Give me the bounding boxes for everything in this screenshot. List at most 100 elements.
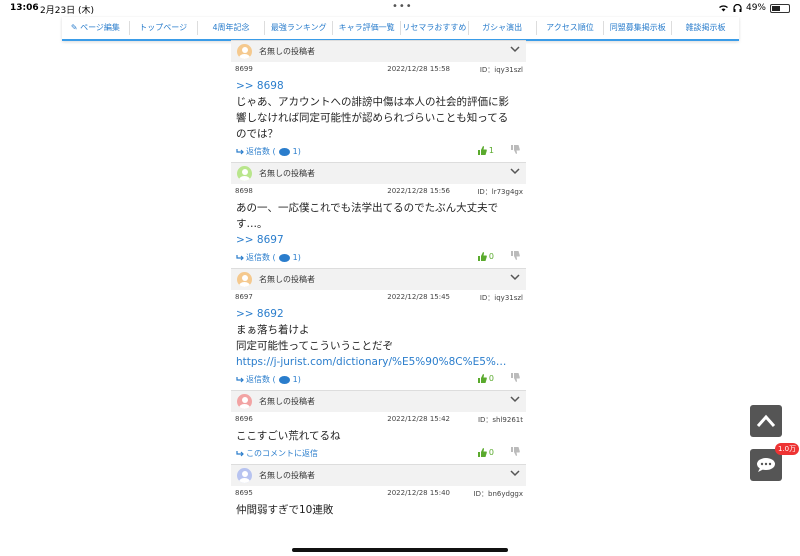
- author-name: 名無しの投稿者: [259, 169, 315, 178]
- nav-item-2[interactable]: 4周年記念: [198, 21, 266, 35]
- battery-icon: [770, 3, 790, 13]
- like-button[interactable]: 0: [477, 448, 494, 457]
- reply-button[interactable]: 返信数 ( 1): [236, 146, 301, 157]
- avatar: [237, 272, 252, 287]
- status-right: 49%: [718, 3, 790, 13]
- comment-body: あの一、一応僕これでも法学出てるのでたぶん大丈夫で す…。 >> 8697: [231, 198, 526, 248]
- external-link[interactable]: https://j-jurist.com/dictionary/%E5%90%8…: [236, 354, 521, 370]
- nav-item-8[interactable]: 同盟募集掲示板: [604, 21, 673, 35]
- reply-label: 返信数 (: [246, 147, 276, 156]
- comment-text-line: じゃあ、アカウントへの誹謗中傷は本人の社会的評価に影: [236, 96, 509, 108]
- comment-footer: 返信数 ( 1) 0: [231, 370, 526, 390]
- comment-datetime: 2022/12/28 15:42: [387, 415, 450, 423]
- battery-percent: 49%: [745, 3, 766, 13]
- comment-header: 名無しの投稿者: [231, 163, 526, 184]
- nav-item-9[interactable]: 雑談掲示板: [672, 21, 739, 35]
- comment-user-id: ID：bn6ydggx: [473, 490, 523, 498]
- comment-text-line: のでは？: [236, 128, 278, 140]
- chevron-down-icon[interactable]: [510, 273, 520, 284]
- reply-label: 返信数 (: [246, 375, 276, 384]
- comment-bubble-icon: [278, 253, 290, 262]
- thumbs-down-icon[interactable]: [511, 251, 520, 263]
- comment-meta: 8697 2022/12/28 15:45 ID：iqy31szl: [231, 290, 526, 304]
- home-indicator[interactable]: [292, 548, 508, 552]
- thumbs-up-icon: [477, 448, 487, 457]
- comment-meta: 8695 2022/12/28 15:40 ID：bn6ydggx: [231, 486, 526, 500]
- comment-text-line: す…。: [236, 218, 268, 230]
- comment-datetime: 2022/12/28 15:45: [387, 293, 450, 301]
- comment-text-line: ここすごい荒れてるね: [236, 430, 341, 442]
- comment-text-line: 仲間弱すぎで10連敗: [236, 504, 334, 516]
- thumbs-down-icon[interactable]: [511, 145, 520, 157]
- comment-datetime: 2022/12/28 15:56: [387, 187, 450, 195]
- comment-user-id: ID：iqy31szl: [479, 294, 523, 302]
- nav-item-0[interactable]: ✎ ページ編集: [62, 21, 130, 35]
- nav-item-3[interactable]: 最強ランキング: [265, 21, 334, 35]
- comment-meta: 8698 2022/12/28 15:56 ID：lr73g4gx: [231, 184, 526, 198]
- avatar: [237, 166, 252, 181]
- scroll-top-button[interactable]: [750, 405, 782, 437]
- comment-header: 名無しの投稿者: [231, 465, 526, 486]
- author-name: 名無しの投稿者: [259, 397, 315, 406]
- nav-item-1[interactable]: トップページ: [130, 21, 198, 35]
- status-date: 2月23日 (木): [40, 6, 95, 16]
- comment-text-line: あの一、一応僕これでも法学出てるのでたぶん大丈夫で: [236, 202, 499, 214]
- reply-button[interactable]: このコメントに返信: [236, 448, 318, 459]
- comment-number: 8696: [235, 415, 253, 423]
- avatar: [237, 394, 252, 409]
- multitask-dots-icon[interactable]: •••: [392, 1, 413, 12]
- thumbs-up-icon: [477, 146, 487, 155]
- comment-text-line: 同定可能性ってこういうことだぞ: [236, 340, 393, 352]
- reply-arrow-icon: [236, 377, 244, 383]
- reply-anchor-link[interactable]: >> 8697: [236, 232, 521, 248]
- comment-number: 8699: [235, 65, 253, 73]
- like-button[interactable]: 0: [477, 374, 494, 383]
- comment-body: ここすごい荒れてるね: [231, 426, 526, 444]
- reply-button[interactable]: 返信数 ( 1): [236, 374, 301, 385]
- chevron-down-icon[interactable]: [510, 395, 520, 406]
- like-count: 1: [488, 146, 494, 155]
- thumbs-up-icon: [477, 374, 487, 383]
- thumbs-down-icon[interactable]: [511, 373, 520, 385]
- like-button[interactable]: 1: [477, 146, 494, 155]
- comment-number: 8697: [235, 293, 253, 301]
- chevron-down-icon[interactable]: [510, 469, 520, 480]
- comment-body: >> 8692 まぁ落ち着けよ同定可能性ってこういうことだぞ https://j-j…: [231, 304, 526, 370]
- nav-item-4[interactable]: キャラ評価一覧: [333, 21, 401, 35]
- like-count: 0: [488, 448, 494, 457]
- reply-button[interactable]: 返信数 (1): [236, 252, 301, 263]
- comment-body: >> 8698 じゃあ、アカウントへの誹謗中傷は本人の社会的評価に影 響しなければ同…: [231, 76, 526, 142]
- chevron-up-icon: [756, 414, 776, 427]
- thumbs-up-icon: [477, 252, 487, 261]
- comment-meta: 8696 2022/12/28 15:42 ID：shl9261t: [231, 412, 526, 426]
- like-button[interactable]: 0: [477, 252, 494, 261]
- nav-item-5[interactable]: リセマラおすすめ: [401, 21, 469, 35]
- comment-header: 名無しの投稿者: [231, 41, 526, 62]
- status-time: 13:06: [10, 3, 39, 13]
- ios-status-bar: 13:06 2月23日 (木) ••• 49%: [0, 0, 800, 16]
- reply-count: 1): [292, 253, 301, 262]
- reply-anchor-link[interactable]: >> 8698: [236, 78, 521, 94]
- site-nav: ✎ ページ編集 トップページ 4周年記念 最強ランキング キャラ評価一覧 リセマラおすすめ…: [62, 17, 739, 41]
- comment-text-line: まぁ落ち着けよ: [236, 324, 310, 336]
- chevron-down-icon[interactable]: [510, 167, 520, 178]
- comment-footer: 返信数 (1) 0: [231, 248, 526, 268]
- reply-count: 1): [292, 375, 301, 384]
- nav-item-6[interactable]: ガシャ演出: [469, 21, 537, 35]
- chat-bubble-icon: [757, 458, 775, 472]
- avatar: [237, 468, 252, 483]
- comment-number: 8698: [235, 187, 253, 195]
- like-count: 0: [488, 374, 494, 383]
- reply-arrow-icon: [236, 255, 244, 261]
- chevron-down-icon[interactable]: [510, 45, 520, 56]
- comment-number: 8695: [235, 489, 253, 497]
- nav-item-7[interactable]: アクセス順位: [537, 21, 605, 35]
- comment-card: 名無しの投稿者 8696 2022/12/28 15:42 ID：shl9261t ここ…: [231, 390, 526, 464]
- reply-anchor-link[interactable]: >> 8692: [236, 306, 521, 322]
- author-name: 名無しの投稿者: [259, 47, 315, 56]
- comment-count-badge: 1.0万: [775, 443, 800, 455]
- thumbs-down-icon[interactable]: [511, 447, 520, 459]
- comment-user-id: ID：shl9261t: [477, 416, 523, 424]
- comment-meta: 8699 2022/12/28 15:58 ID：iqy31szl: [231, 62, 526, 76]
- reply-count: 1): [292, 147, 301, 156]
